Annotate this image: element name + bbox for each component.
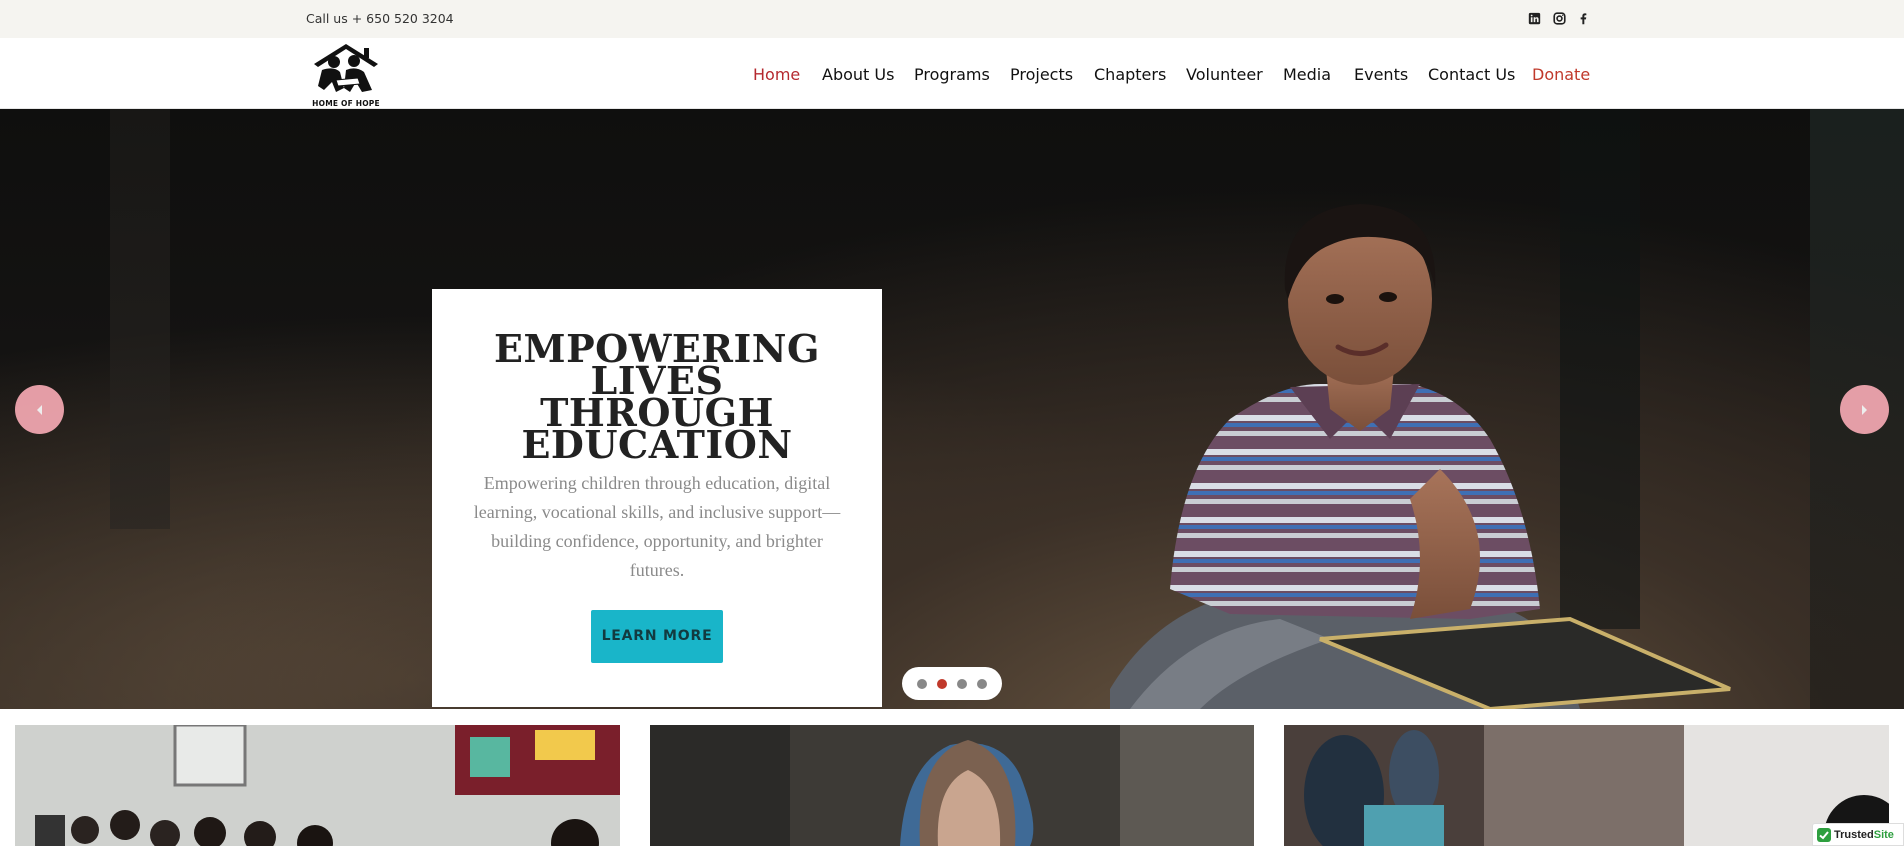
nav-volunteer[interactable]: Volunteer bbox=[1186, 65, 1263, 84]
slider-dot-1[interactable] bbox=[917, 678, 927, 689]
nav-chapters[interactable]: Chapters bbox=[1094, 65, 1166, 84]
hero-slider: EMPOWERING LIVES THROUGH EDUCATION Empow… bbox=[0, 109, 1904, 709]
nav-about-us[interactable]: About Us bbox=[822, 65, 894, 84]
speaker-photo bbox=[650, 725, 1254, 846]
slider-dot-2[interactable] bbox=[937, 678, 947, 689]
program-card-students[interactable] bbox=[1284, 725, 1889, 846]
linkedin-icon[interactable] bbox=[1527, 11, 1541, 25]
site-header: HOME OF HOPE Home About Us Programs Proj… bbox=[0, 38, 1904, 109]
nav-events[interactable]: Events bbox=[1354, 65, 1408, 84]
prev-slide-button[interactable] bbox=[15, 385, 64, 434]
hero-background-post bbox=[110, 109, 170, 529]
nav-programs[interactable]: Programs bbox=[914, 65, 990, 84]
hero-caption-card: EMPOWERING LIVES THROUGH EDUCATION Empow… bbox=[432, 289, 882, 707]
program-card-classroom[interactable] bbox=[15, 725, 620, 846]
students-photo bbox=[1284, 725, 1889, 846]
program-card-speaker[interactable] bbox=[650, 725, 1254, 846]
facebook-icon[interactable] bbox=[1576, 11, 1590, 25]
nav-home[interactable]: Home bbox=[753, 65, 800, 84]
trustedsite-badge[interactable]: TrustedSite bbox=[1812, 823, 1904, 846]
trustedsite-label: TrustedSite bbox=[1834, 829, 1894, 841]
top-bar: Call us + 650 520 3204 bbox=[0, 0, 1904, 38]
classroom-photo bbox=[15, 725, 620, 846]
home-of-hope-logo[interactable]: HOME OF HOPE bbox=[306, 40, 386, 108]
slider-dot-4[interactable] bbox=[977, 678, 987, 689]
nav-contact-us[interactable]: Contact Us bbox=[1428, 65, 1515, 84]
checkmark-icon bbox=[1817, 827, 1831, 842]
arrow-left-icon bbox=[37, 404, 42, 415]
hero-description: Empowering children through education, d… bbox=[473, 473, 841, 580]
slider-dot-3[interactable] bbox=[957, 678, 967, 689]
hero-title-line: EMPOWERING LIVES bbox=[494, 326, 820, 403]
nav-projects[interactable]: Projects bbox=[1010, 65, 1073, 84]
trustedsite-brand: Trusted bbox=[1834, 828, 1874, 841]
logo-text: HOME OF HOPE bbox=[312, 99, 380, 108]
hero-title-line: EDUCATION bbox=[521, 422, 793, 467]
learn-more-button[interactable]: LEARN MORE bbox=[591, 610, 723, 663]
nav-donate[interactable]: Donate bbox=[1532, 65, 1590, 84]
hero-title: EMPOWERING LIVES THROUGH EDUCATION bbox=[432, 326, 882, 467]
arrow-right-icon bbox=[1862, 404, 1867, 415]
instagram-icon[interactable] bbox=[1552, 11, 1566, 25]
slider-pagination bbox=[902, 667, 1002, 700]
nav-media[interactable]: Media bbox=[1283, 65, 1331, 84]
hero-photo-boy bbox=[1110, 204, 1731, 709]
phone-number[interactable]: Call us + 650 520 3204 bbox=[306, 11, 454, 26]
trustedsite-suffix: Site bbox=[1873, 828, 1894, 841]
next-slide-button[interactable] bbox=[1840, 385, 1889, 434]
